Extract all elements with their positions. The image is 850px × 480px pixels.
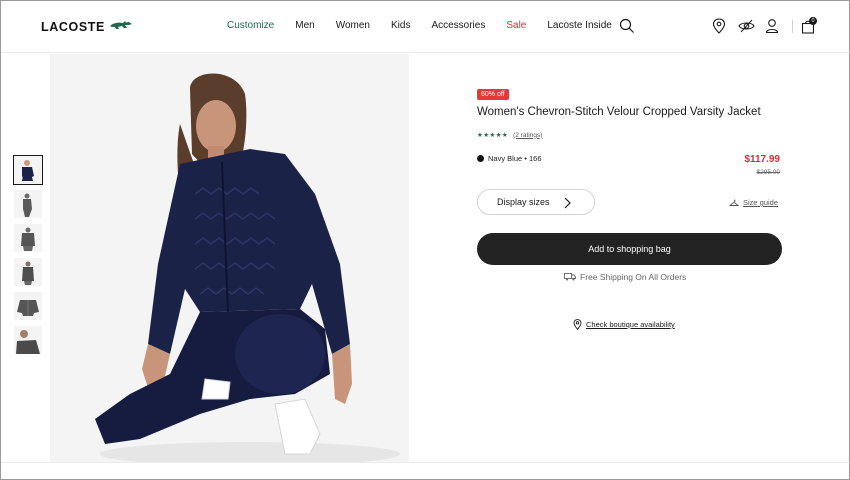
- nav-lacoste-inside[interactable]: Lacoste Inside: [547, 20, 612, 31]
- product-title: Women's Chevron-Stitch Velour Cropped Va…: [477, 106, 761, 118]
- nav-kids[interactable]: Kids: [391, 20, 410, 31]
- location-pin-icon[interactable]: [710, 17, 728, 35]
- nav-women[interactable]: Women: [336, 20, 370, 31]
- crocodile-icon: [109, 18, 133, 36]
- sale-price: $117.99: [744, 154, 780, 165]
- main-product-image[interactable]: [50, 54, 409, 462]
- content-divider: [1, 462, 850, 463]
- display-sizes-button[interactable]: Display sizes: [477, 189, 595, 215]
- thumbnail-2[interactable]: [14, 190, 42, 218]
- size-guide-label: Size guide: [743, 198, 779, 207]
- nav-sale[interactable]: Sale: [506, 20, 526, 31]
- chevron-right-icon: [563, 197, 571, 211]
- nav-accessories[interactable]: Accessories: [431, 20, 485, 31]
- color-label: Navy Blue • 166: [488, 154, 542, 163]
- nav-men[interactable]: Men: [295, 20, 314, 31]
- size-guide-link[interactable]: Size guide: [729, 198, 778, 207]
- truck-icon: [564, 273, 576, 281]
- header-divider: [792, 20, 793, 33]
- original-price: $295.00: [756, 169, 781, 176]
- shipping-text: Free Shipping On All Orders: [580, 272, 687, 282]
- thumbnail-5[interactable]: [14, 292, 42, 320]
- discount-badge: 60% off: [477, 89, 509, 100]
- bag-count-badge: 0: [809, 17, 817, 25]
- color-swatch[interactable]: [477, 155, 484, 162]
- rating-row: ★★★★★ (2 ratings): [477, 131, 542, 140]
- star-rating: ★★★★★: [477, 132, 509, 139]
- thumbnail-6[interactable]: [14, 326, 42, 354]
- hanger-icon: [729, 199, 739, 206]
- thumbnail-1[interactable]: [13, 155, 43, 185]
- add-to-bag-button[interactable]: Add to shopping bag: [477, 233, 782, 265]
- shipping-info: Free Shipping On All Orders: [564, 272, 686, 282]
- thumbnail-3[interactable]: [14, 224, 42, 252]
- account-icon[interactable]: [763, 17, 781, 35]
- ratings-link[interactable]: (2 ratings): [513, 132, 542, 139]
- color-selector: Navy Blue • 166: [477, 154, 542, 163]
- search-icon[interactable]: [618, 17, 636, 35]
- thumbnail-4[interactable]: [14, 258, 42, 286]
- thumbnail-list: [13, 155, 43, 360]
- display-sizes-label: Display sizes: [497, 197, 550, 207]
- lacoste-logo[interactable]: LACOSTE: [41, 18, 133, 36]
- nav-customize[interactable]: Customize: [227, 20, 274, 31]
- logo-text: LACOSTE: [41, 20, 105, 34]
- boutique-link-label: Check boutique availability: [586, 320, 675, 329]
- eye-icon[interactable]: [737, 17, 755, 35]
- site-header: LACOSTE Customize Men Women Kids Accesso…: [1, 1, 850, 53]
- boutique-availability-link[interactable]: Check boutique availability: [573, 319, 675, 330]
- location-pin-icon: [573, 319, 582, 330]
- main-nav: Customize Men Women Kids Accessories Sal…: [227, 20, 612, 31]
- page-frame: LACOSTE Customize Men Women Kids Accesso…: [0, 0, 850, 480]
